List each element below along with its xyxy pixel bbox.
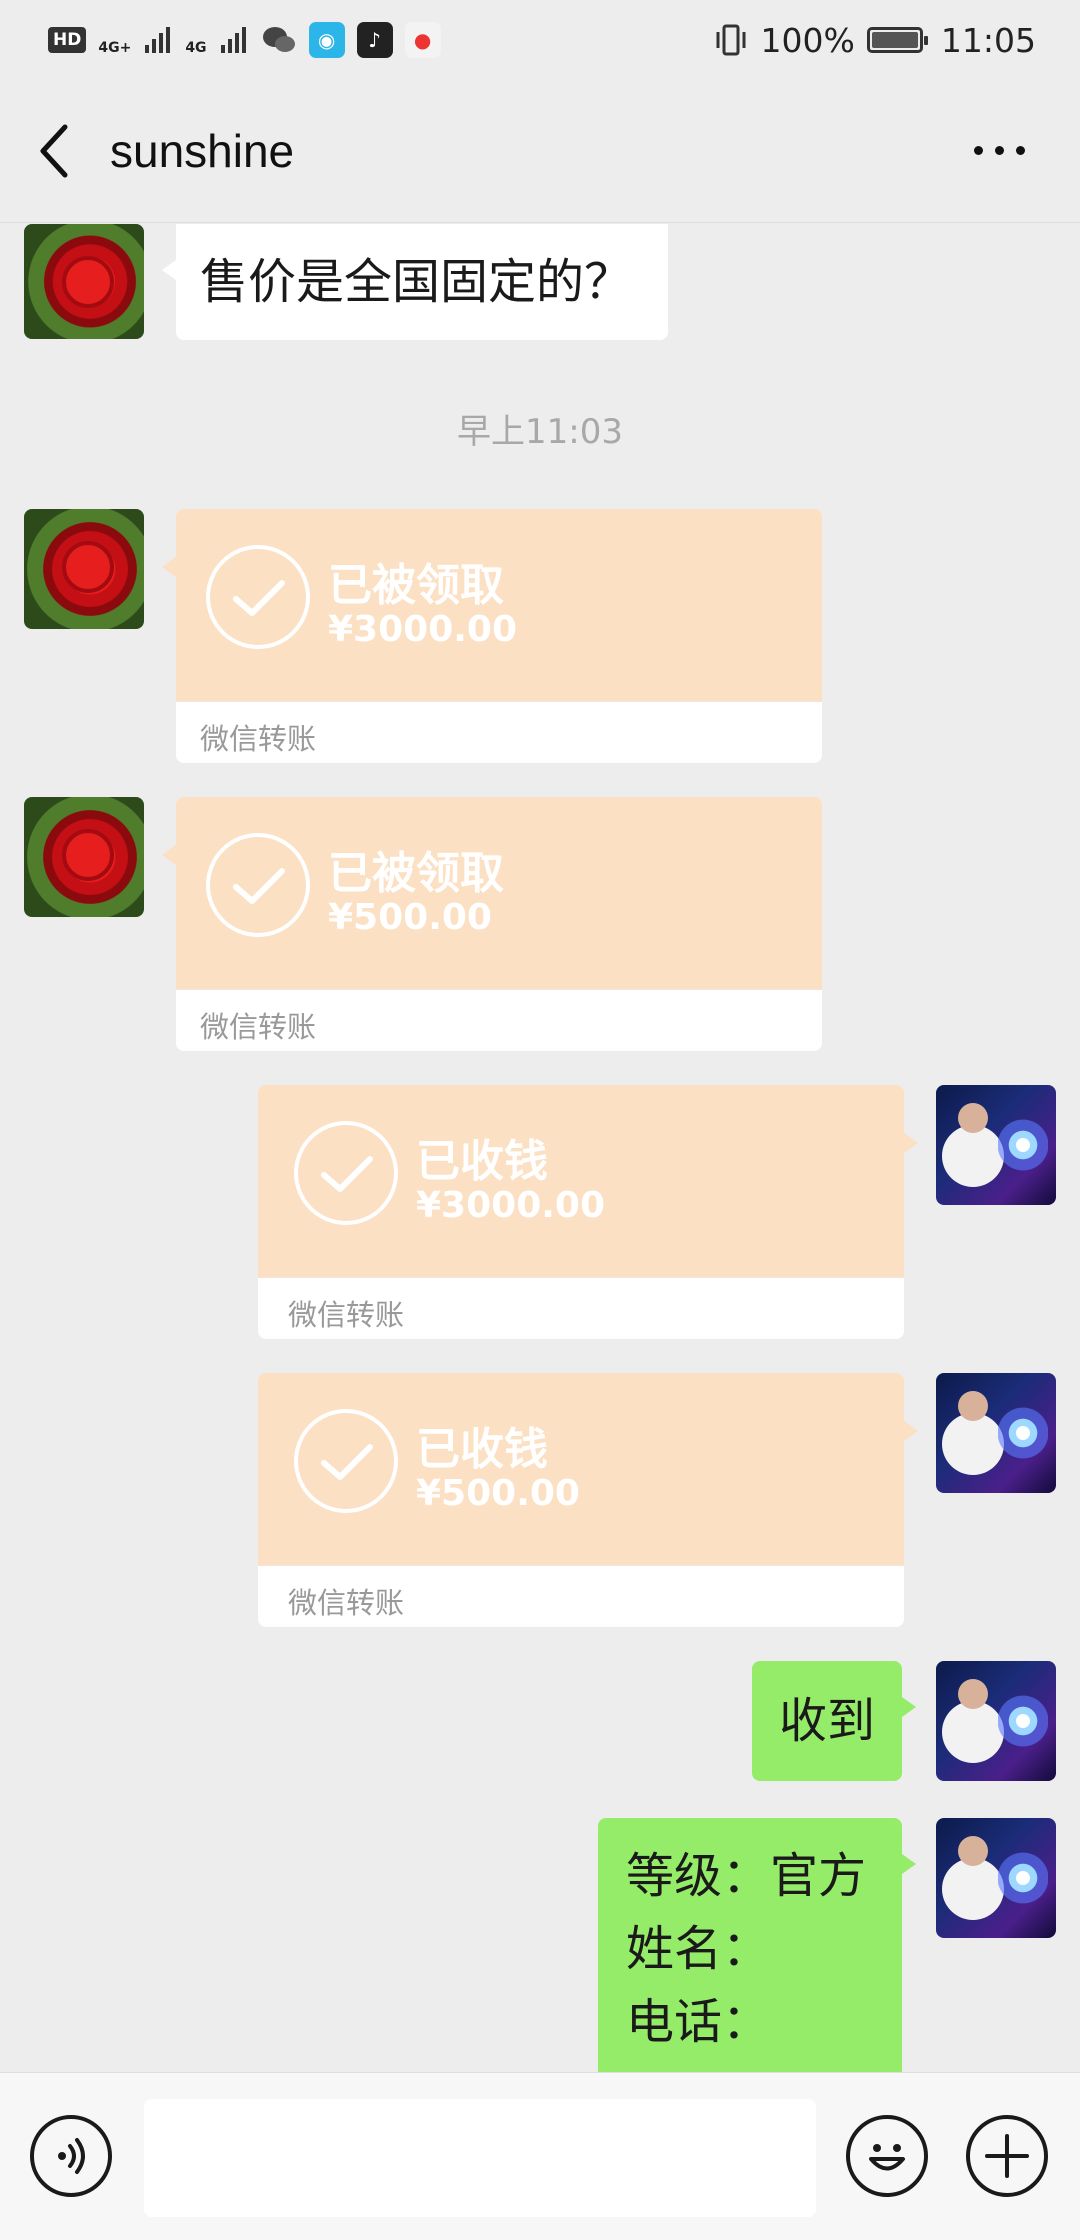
nav-bar: sunshine <box>0 80 1080 223</box>
vibrate-icon <box>716 24 746 56</box>
map-icon: ● <box>404 22 441 58</box>
emoji-button[interactable] <box>846 2115 928 2197</box>
message-line: 等级：官方 <box>626 1848 867 1904</box>
transfer-status: 已被领取 <box>328 560 504 611</box>
network-4g-plus-label: 4G+ <box>98 40 132 56</box>
contact-avatar[interactable] <box>24 224 144 339</box>
plus-button[interactable] <box>966 2115 1048 2197</box>
message-line: 电话： <box>626 1994 771 2050</box>
my-avatar[interactable] <box>936 1373 1056 1493</box>
voice-button[interactable] <box>30 2115 112 2197</box>
timestamp: 早上11:03 <box>457 412 623 452</box>
more-button[interactable] <box>944 120 1054 180</box>
message-text: 收到 <box>778 1693 875 1749</box>
contact-avatar[interactable] <box>24 797 144 917</box>
chat-screen: HD 4G+ 4G ◉ ♪ ● 100% 11:05 sunshine 售价是全… <box>0 0 1080 2240</box>
transfer-footer: 微信转账 <box>288 1298 405 1332</box>
plus-icon <box>985 2134 1029 2178</box>
message-text: 售价是全国固定的？ <box>200 254 633 310</box>
chevron-left-icon <box>40 124 68 178</box>
signal-icon <box>220 27 246 53</box>
message-bubble[interactable]: 等级：官方 姓名： 电话： <box>598 1818 916 2072</box>
transfer-amount: ¥3000.00 <box>328 609 518 650</box>
message-input[interactable] <box>144 2099 816 2217</box>
transfer-status: 已收钱 <box>416 1424 548 1475</box>
wechat-icon <box>262 27 295 52</box>
transfer-footer: 微信转账 <box>200 722 317 756</box>
emoji-icon <box>869 2144 905 2171</box>
my-avatar[interactable] <box>936 1818 1056 1938</box>
message-line: 姓名： <box>626 1921 771 1977</box>
check-circle-icon <box>206 833 310 937</box>
transfer-amount: ¥500.00 <box>416 1473 580 1514</box>
transfer-footer: 微信转账 <box>288 1586 405 1620</box>
input-bar <box>0 2072 1080 2240</box>
status-right: 100% 11:05 <box>713 21 1036 60</box>
status-left: HD 4G+ 4G ◉ ♪ ● <box>48 22 441 58</box>
my-avatar[interactable] <box>936 1661 1056 1781</box>
transfer-status: 已被领取 <box>328 848 504 899</box>
back-button[interactable] <box>0 80 110 222</box>
transfer-card[interactable]: 已收钱 ¥3000.00 微信转账 <box>258 1085 918 1339</box>
more-horizontal-icon <box>973 145 983 155</box>
battery-percent: 100% <box>760 20 855 60</box>
transfer-status: 已收钱 <box>416 1136 548 1187</box>
network-4g-label: 4G <box>185 40 207 56</box>
app-notification-icon: ◉ <box>308 22 345 58</box>
clock: 11:05 <box>940 20 1036 60</box>
transfer-card[interactable]: 已收钱 ¥500.00 微信转账 <box>258 1373 918 1627</box>
hd-badge: HD <box>48 27 87 53</box>
transfer-card[interactable]: 已被领取 ¥3000.00 微信转账 <box>162 509 822 763</box>
battery-icon <box>866 27 928 53</box>
transfer-amount: ¥500.00 <box>328 897 492 938</box>
tiktok-icon: ♪ <box>356 22 393 58</box>
transfer-footer: 微信转账 <box>200 1010 317 1044</box>
message-bubble[interactable]: 收到 <box>752 1661 916 1781</box>
transfer-card[interactable]: 已被领取 ¥500.00 微信转账 <box>162 797 822 1051</box>
check-circle-icon <box>206 545 310 649</box>
contact-avatar[interactable] <box>24 509 144 629</box>
check-circle-icon <box>294 1121 398 1225</box>
check-circle-icon <box>294 1409 398 1513</box>
message-bubble[interactable]: 售价是全国固定的？ <box>162 224 668 340</box>
my-avatar[interactable] <box>936 1085 1056 1205</box>
signal-icon <box>145 27 171 53</box>
status-bar: HD 4G+ 4G ◉ ♪ ● 100% 11:05 <box>0 0 1080 80</box>
transfer-amount: ¥3000.00 <box>416 1185 606 1226</box>
voice-icon <box>58 2138 85 2174</box>
chat-title: sunshine <box>110 125 295 177</box>
message-list[interactable]: 售价是全国固定的？ 早上11:03 已被领取 ¥3000.00 微信转账 已被领… <box>0 224 1080 2072</box>
